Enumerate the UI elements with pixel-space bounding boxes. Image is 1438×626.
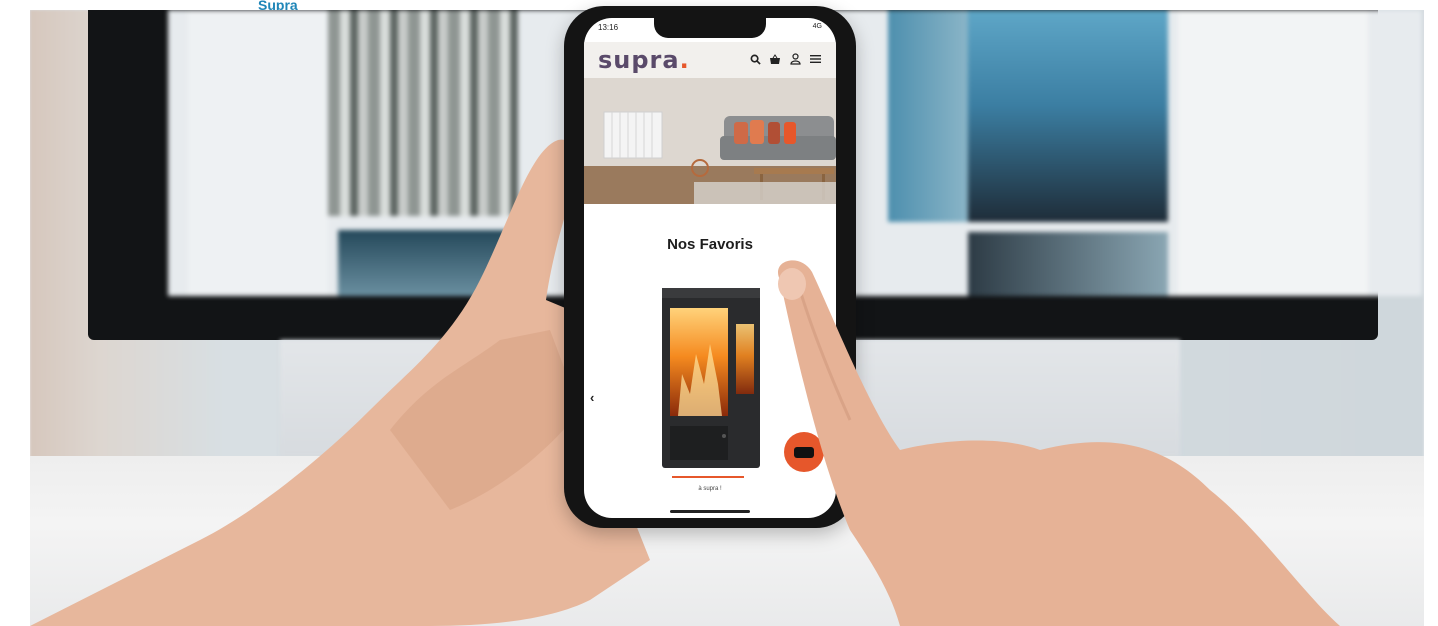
left-hand (30, 139, 650, 626)
user-icon[interactable] (788, 52, 802, 66)
menu-icon[interactable] (808, 52, 822, 66)
living-room-illustration (584, 78, 836, 204)
site-header: supra. (584, 42, 836, 78)
logo-dot: . (679, 46, 690, 74)
search-icon[interactable] (748, 52, 762, 66)
status-time: 13:16 (598, 23, 619, 32)
header-icons (748, 52, 822, 66)
screen-tile (968, 10, 1168, 222)
home-indicator (670, 510, 750, 513)
section-title: Nos Favoris (667, 236, 753, 253)
notch (654, 18, 766, 38)
scene: Supra 13:16 4G supra. Nos Favoris ‹ à su… (0, 0, 1438, 626)
active-slide-indicator (672, 476, 744, 478)
logo-text: supra (598, 46, 680, 74)
status-network: 4G (812, 23, 822, 30)
background-partial-text: Supra (258, 0, 298, 10)
right-hand (777, 260, 1340, 626)
hero-image (584, 78, 836, 204)
supra-logo[interactable]: supra. (598, 46, 690, 74)
basket-icon[interactable] (768, 52, 782, 66)
carousel-prev-button[interactable]: ‹ (590, 390, 594, 405)
screen-tile (1178, 10, 1368, 296)
